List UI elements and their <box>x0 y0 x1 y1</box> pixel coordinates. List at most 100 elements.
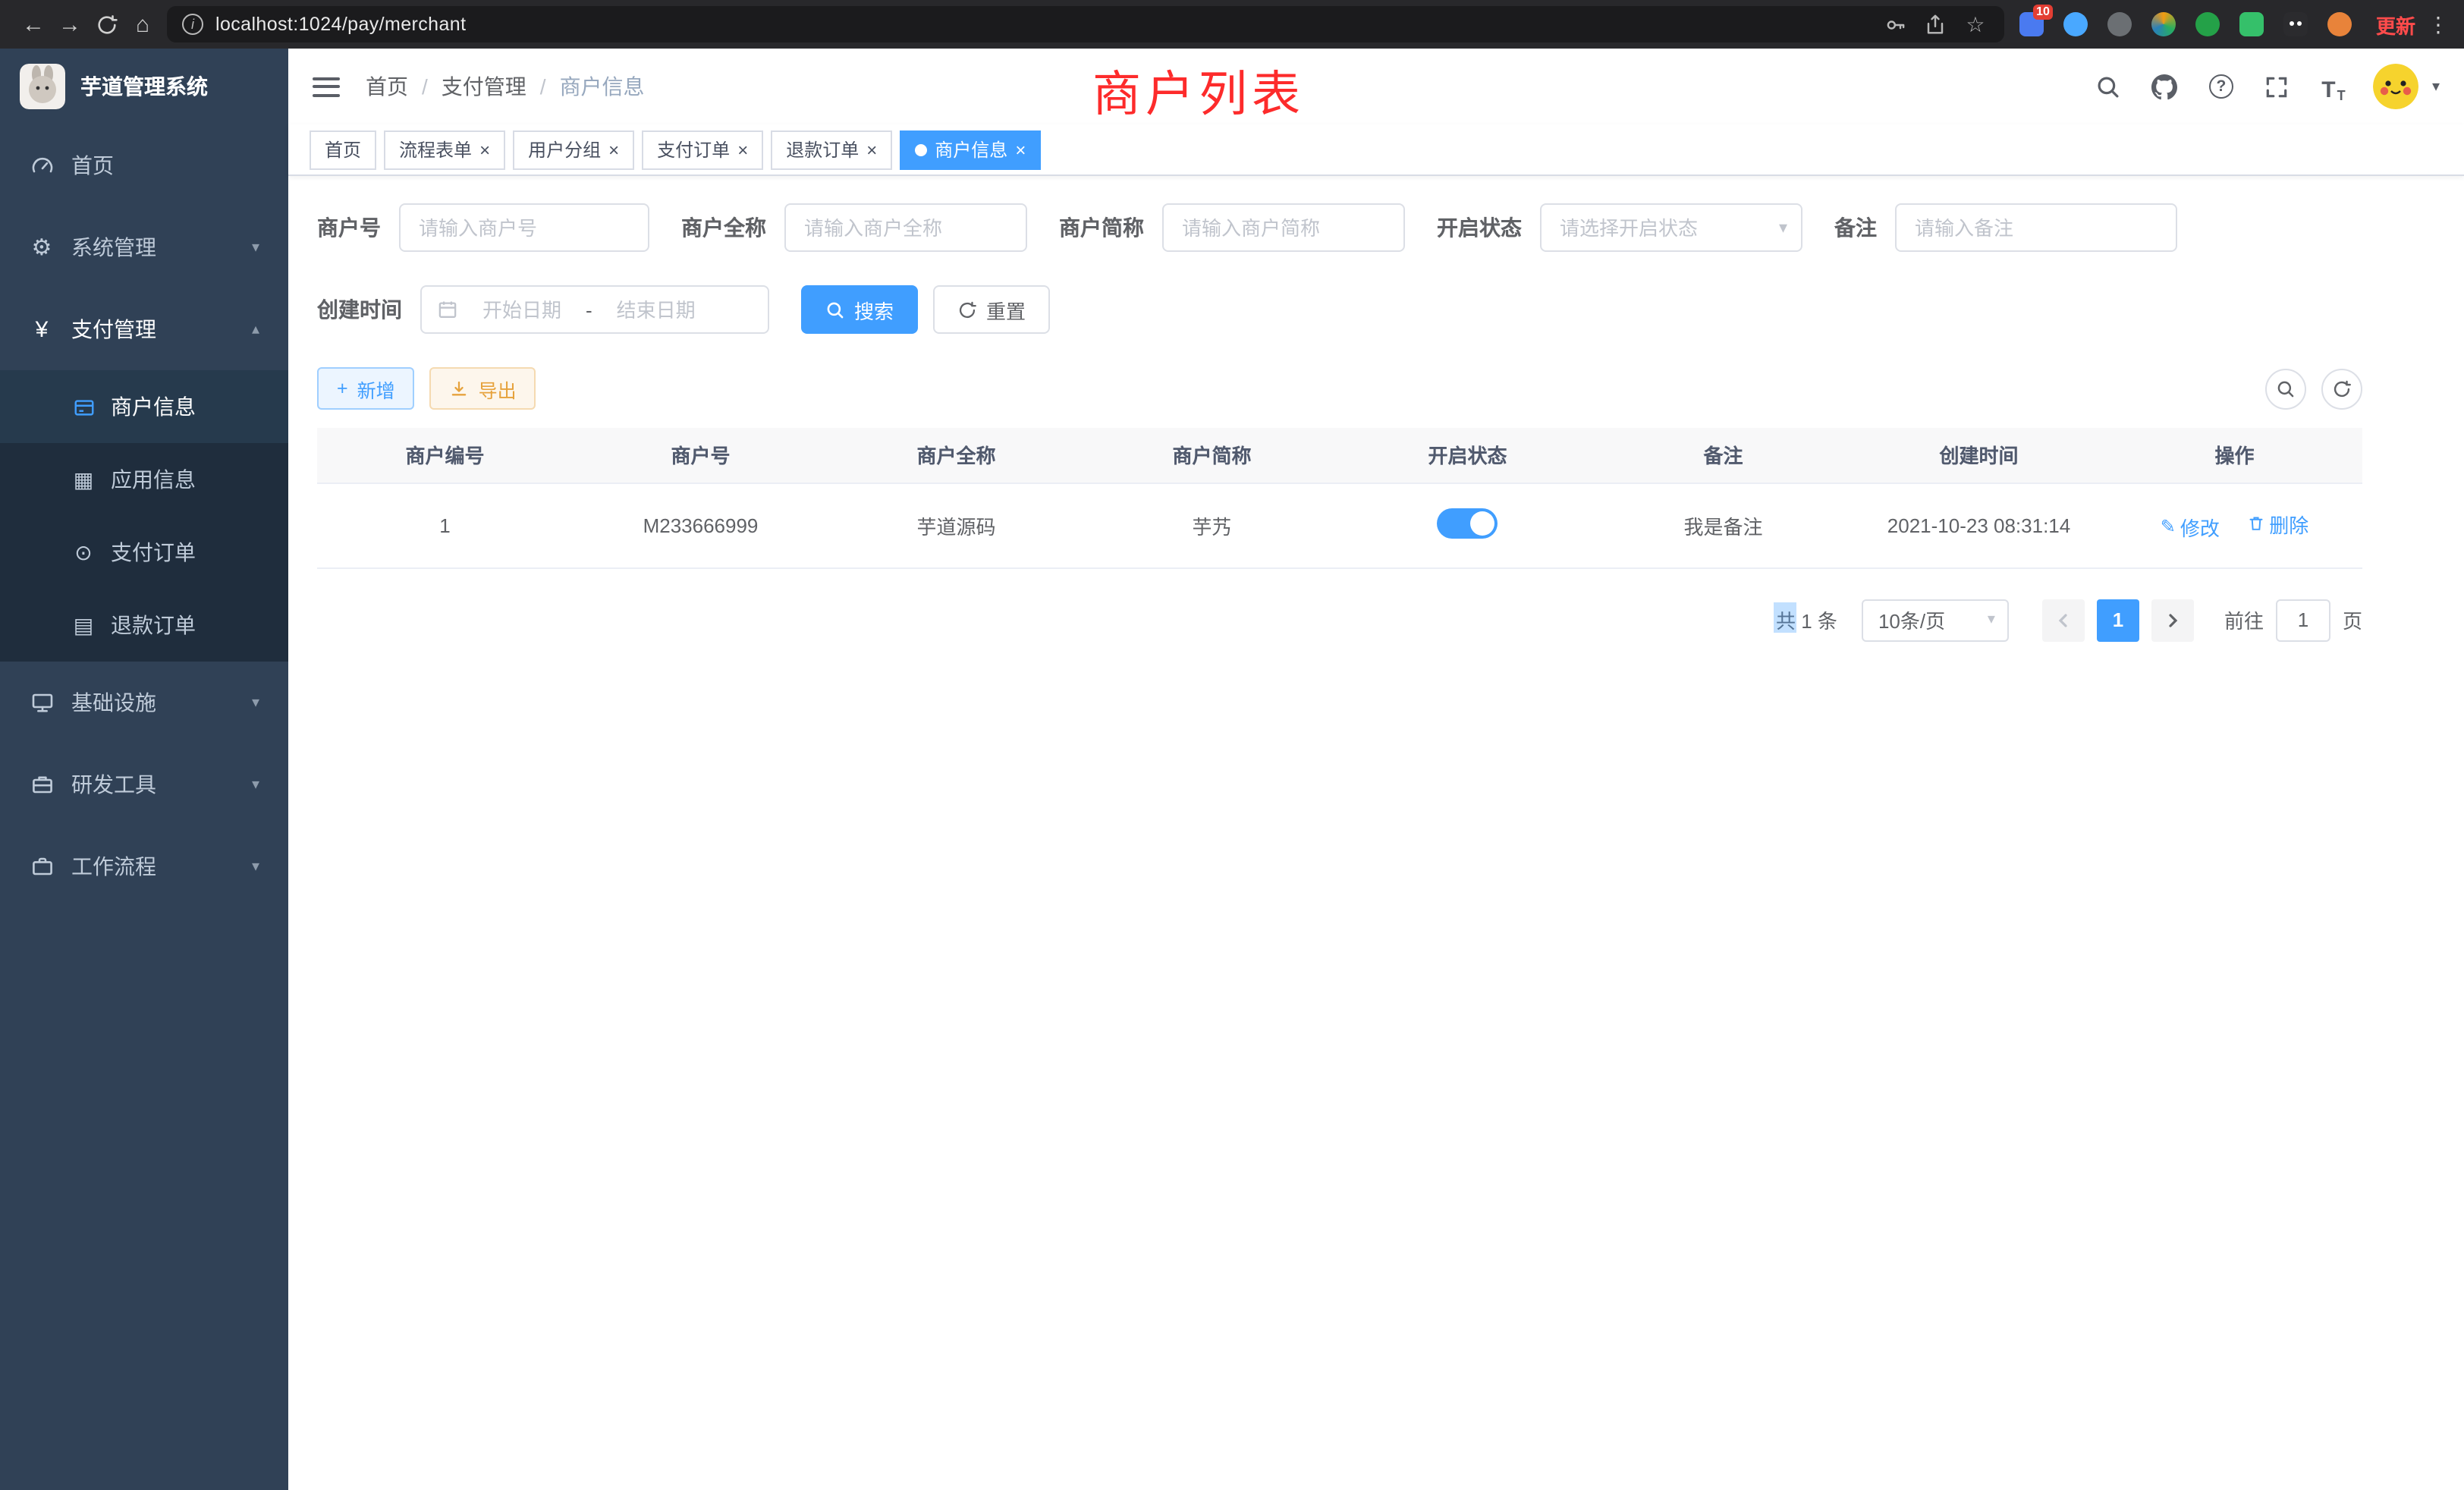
close-icon[interactable]: × <box>1015 140 1026 159</box>
breadcrumb-home[interactable]: 首页 <box>366 71 408 102</box>
close-icon[interactable]: × <box>608 140 619 159</box>
tab-user-group[interactable]: 用户分组 × <box>513 130 634 169</box>
bookmark-star-icon[interactable]: ☆ <box>1962 11 1989 38</box>
profile-avatar-icon[interactable] <box>2327 12 2352 36</box>
status-toggle[interactable] <box>1438 508 1498 538</box>
breadcrumb-payment[interactable]: 支付管理 <box>442 71 526 102</box>
column-header: 创建时间 <box>1851 428 2107 483</box>
sidebar-item-infrastructure[interactable]: 基础设施 ▾ <box>0 662 288 743</box>
hamburger-icon[interactable] <box>313 77 340 96</box>
close-icon[interactable]: × <box>866 140 877 159</box>
status-select[interactable] <box>1540 203 1802 252</box>
page-size-select[interactable]: 10条/页 ▾ <box>1862 599 2009 641</box>
extension-icon[interactable] <box>2283 12 2308 36</box>
breadcrumb-current: 商户信息 <box>560 71 645 102</box>
next-page-button[interactable] <box>2151 599 2194 641</box>
url-bar[interactable]: i localhost:1024/pay/merchant ☆ <box>167 6 2004 42</box>
column-header: 商户简称 <box>1084 428 1340 483</box>
column-header: 商户全称 <box>828 428 1084 483</box>
field-label: 创建时间 <box>317 294 402 325</box>
sidebar-logo[interactable]: 芋道管理系统 <box>0 49 288 124</box>
fullscreen-icon[interactable] <box>2261 70 2294 103</box>
refresh-table-button[interactable] <box>2321 368 2362 409</box>
search-icon[interactable] <box>2092 70 2126 103</box>
site-info-icon[interactable]: i <box>182 14 203 35</box>
tab-refund-order[interactable]: 退款订单 × <box>771 130 892 169</box>
back-icon[interactable]: ← <box>15 6 52 42</box>
merchant-table: 商户编号 商户号 商户全称 商户简称 开启状态 备注 创建时间 操作 1 <box>317 428 2362 568</box>
start-date-input[interactable] <box>464 298 580 321</box>
github-icon[interactable] <box>2148 70 2182 103</box>
edit-button[interactable]: ✎ 修改 <box>2161 512 2220 541</box>
sidebar-item-payment[interactable]: ¥ 支付管理 ▴ <box>0 288 288 370</box>
sidebar-item-merchant-info[interactable]: 商户信息 <box>0 370 288 443</box>
breadcrumb-separator: / <box>540 74 546 99</box>
app-frame: 芋道管理系统 首页 ⚙ 系统管理 ▾ ¥ 支付管理 ▴ <box>0 49 2464 1490</box>
sidebar-item-dev-tools[interactable]: 研发工具 ▾ <box>0 743 288 825</box>
sidebar-item-label: 系统管理 <box>71 232 156 262</box>
table-row: 1 M233666999 芋道源码 芋艿 我是备注 2021-10-23 08:… <box>317 483 2362 567</box>
sidebar-item-workflow[interactable]: 工作流程 ▾ <box>0 825 288 907</box>
delete-button[interactable]: 删除 <box>2246 509 2308 538</box>
edit-icon: ✎ <box>2161 516 2176 537</box>
extension-icon[interactable] <box>2151 12 2176 36</box>
full-name-input[interactable] <box>784 203 1027 252</box>
extension-icon[interactable] <box>2107 12 2132 36</box>
filter-status: 开启状态 ▾ <box>1437 203 1802 252</box>
reset-button[interactable]: 重置 <box>933 285 1050 334</box>
font-size-icon[interactable]: TT <box>2317 70 2350 103</box>
share-icon[interactable] <box>1922 11 1950 38</box>
filter-short-name: 商户简称 <box>1059 203 1405 252</box>
close-icon[interactable]: × <box>479 140 490 159</box>
password-key-icon[interactable] <box>1883 11 1910 38</box>
extension-icon[interactable] <box>2063 12 2088 36</box>
prev-page-button[interactable] <box>2042 599 2085 641</box>
cell-create-time: 2021-10-23 08:31:14 <box>1851 483 2107 567</box>
search-button[interactable]: 搜索 <box>801 285 918 334</box>
sidebar-item-pay-order[interactable]: ⊙ 支付订单 <box>0 516 288 589</box>
help-icon[interactable]: ? <box>2205 70 2238 103</box>
add-button[interactable]: + 新增 <box>317 367 415 410</box>
sidebar-item-refund-order[interactable]: ▤ 退款订单 <box>0 589 288 662</box>
tab-process-form[interactable]: 流程表单 × <box>384 130 505 169</box>
screen: ← → ⌂ i localhost:1024/pay/merchant ☆ 10 <box>0 0 2464 1490</box>
sidebar-item-home[interactable]: 首页 <box>0 124 288 206</box>
filter-remark: 备注 <box>1834 203 2177 252</box>
sidebar-item-label: 应用信息 <box>111 464 196 495</box>
refresh-icon[interactable] <box>88 6 124 42</box>
tab-merchant-info[interactable]: 商户信息 × <box>900 130 1041 169</box>
browser-update-button[interactable]: 更新 <box>2376 10 2415 39</box>
sidebar-item-system[interactable]: ⚙ 系统管理 ▾ <box>0 206 288 288</box>
page-number-button[interactable]: 1 <box>2097 599 2139 641</box>
export-button[interactable]: 导出 <box>430 367 536 410</box>
end-date-input[interactable] <box>599 298 714 321</box>
extension-badge: 10 <box>2033 5 2053 20</box>
merchant-card-icon <box>71 395 96 419</box>
user-avatar[interactable] <box>2373 64 2418 109</box>
short-name-input[interactable] <box>1162 203 1405 252</box>
cell-short-name: 芋艿 <box>1084 483 1340 567</box>
sidebar: 芋道管理系统 首页 ⚙ 系统管理 ▾ ¥ 支付管理 ▴ <box>0 49 288 1490</box>
extension-icon[interactable]: 10 <box>2019 12 2044 36</box>
home-icon[interactable]: ⌂ <box>124 6 161 42</box>
date-range-picker[interactable]: - <box>420 285 769 334</box>
trash-icon <box>2246 514 2264 533</box>
toggle-search-button[interactable] <box>2265 368 2306 409</box>
tab-pay-order[interactable]: 支付订单 × <box>642 130 763 169</box>
filter-full-name: 商户全称 <box>681 203 1027 252</box>
tab-home[interactable]: 首页 <box>310 130 376 169</box>
table-toolbar: + 新增 导出 <box>317 367 2362 410</box>
close-icon[interactable]: × <box>737 140 748 159</box>
chevron-down-icon[interactable]: ▾ <box>2432 78 2440 95</box>
remark-input[interactable] <box>1895 203 2177 252</box>
extension-icon[interactable] <box>2239 12 2264 36</box>
goto-page-input[interactable] <box>2276 599 2330 641</box>
forward-icon[interactable]: → <box>52 6 88 42</box>
main-area: 首页 / 支付管理 / 商户信息 ? <box>288 49 2464 1490</box>
field-label: 备注 <box>1834 212 1877 243</box>
merchant-no-input[interactable] <box>399 203 649 252</box>
browser-menu-icon[interactable]: ⋮ <box>2428 11 2449 37</box>
extension-icon[interactable] <box>2195 12 2220 36</box>
sidebar-item-app-info[interactable]: ▦ 应用信息 <box>0 443 288 516</box>
sidebar-item-label: 基础设施 <box>71 687 156 718</box>
